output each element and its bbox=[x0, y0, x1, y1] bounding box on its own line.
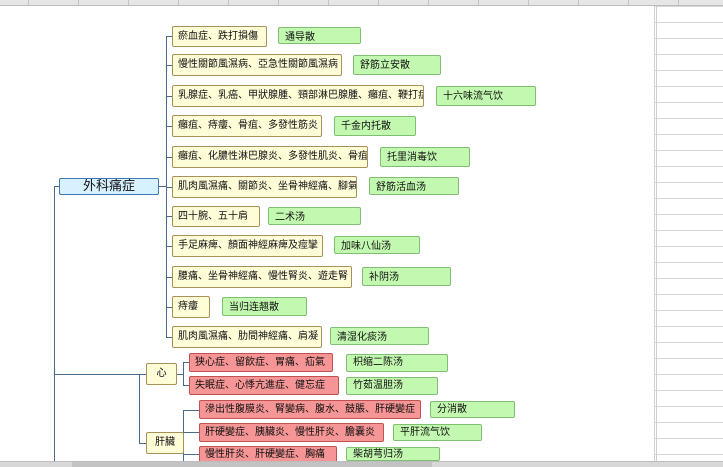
item-connector bbox=[183, 432, 199, 433]
item-connector bbox=[183, 454, 199, 455]
column-divider bbox=[178, 0, 179, 5]
symptom-node[interactable]: 痔瘻 bbox=[172, 296, 210, 318]
remedy-node[interactable]: 加味八仙汤 bbox=[334, 236, 420, 254]
item-connector bbox=[183, 410, 199, 411]
column-divider bbox=[628, 0, 629, 5]
symptom-node[interactable]: 腰痛、坐骨神經痛、慢性腎炎、遊走腎 bbox=[172, 266, 352, 288]
sheet-column-line bbox=[656, 6, 657, 466]
symptom-node[interactable]: 瘀血症、跌打損傷 bbox=[172, 26, 267, 47]
column-divider bbox=[678, 0, 679, 5]
column-divider bbox=[528, 0, 529, 5]
remedy-node[interactable]: 舒筋活血汤 bbox=[369, 177, 459, 195]
remedy-node[interactable]: 平肝流气饮 bbox=[393, 424, 482, 441]
remedy-node[interactable]: 二术汤 bbox=[268, 207, 361, 225]
column-divider bbox=[428, 0, 429, 5]
column-divider bbox=[328, 0, 329, 5]
organ-symptom-node[interactable]: 滲出性腹膜炎、腎變病、腹水、鼓脹、肝硬變症 bbox=[199, 400, 421, 419]
group-trunk-line bbox=[139, 374, 140, 443]
root-trunk-line bbox=[54, 186, 55, 461]
symptom-node[interactable]: 慢性關節風濕病、亞急性關節風濕病 bbox=[172, 54, 342, 76]
group-node-heart[interactable]: 心 bbox=[146, 363, 177, 385]
group-connector bbox=[139, 443, 146, 444]
remedy-node[interactable]: 柴胡芎归汤 bbox=[346, 447, 440, 461]
root-out-connector bbox=[159, 186, 166, 187]
column-divider bbox=[28, 0, 29, 5]
remedy-node[interactable]: 托里消毒饮 bbox=[380, 147, 470, 167]
horizontal-scrollbar[interactable] bbox=[0, 461, 723, 467]
symptom-node[interactable]: 手足麻痺、顏面神經麻痺及痙攣 bbox=[172, 235, 323, 257]
sheet-grid[interactable] bbox=[654, 6, 723, 466]
column-divider bbox=[278, 0, 279, 5]
scrollbar-thumb[interactable] bbox=[72, 462, 432, 467]
column-divider bbox=[78, 0, 79, 5]
column-divider bbox=[378, 0, 379, 5]
remedy-node[interactable]: 分消散 bbox=[430, 401, 515, 418]
remedy-node[interactable]: 当归连翘散 bbox=[222, 297, 307, 316]
organ-symptom-node[interactable]: 狭心症、留飲症、胃痛、疝氣 bbox=[189, 353, 333, 372]
symptom-node[interactable]: 癰疽、化膿性淋巴腺炎、多發性肌炎、骨疽 bbox=[172, 146, 368, 168]
group-node-liver[interactable]: 肝臟 bbox=[146, 432, 184, 454]
column-divider bbox=[578, 0, 579, 5]
column-divider bbox=[478, 0, 479, 5]
symptom-node[interactable]: 四十腕、五十肩 bbox=[172, 206, 260, 227]
symptom-node[interactable]: 肌肉風濕痛、關節炎、坐骨神經痛、腳氣 bbox=[172, 176, 357, 198]
remedy-node[interactable]: 舒筋立安散 bbox=[353, 55, 441, 75]
symptom-node[interactable]: 肌肉風濕痛、肋間神經痛、肩凝 bbox=[172, 326, 322, 348]
organ-symptom-node[interactable]: 肝硬變症、胰臟炎、慢性肝炎、膽囊炎 bbox=[199, 423, 384, 442]
remedy-node[interactable]: 通导散 bbox=[278, 27, 361, 44]
symptom-node[interactable]: 乳腺症、乳癌、甲狀腺腫、頸部淋巴腺腫、癰疽、鞭打症 bbox=[172, 85, 424, 107]
remedy-node[interactable]: 清湿化痰汤 bbox=[330, 327, 429, 345]
root-node[interactable]: 外科痛症 bbox=[59, 178, 159, 195]
column-header-strip bbox=[0, 0, 723, 6]
column-divider bbox=[228, 0, 229, 5]
group-sub-trunk-line bbox=[183, 362, 184, 385]
column-divider bbox=[128, 0, 129, 5]
remedy-node[interactable]: 补阴汤 bbox=[362, 267, 451, 286]
remedy-node[interactable]: 竹茹温胆汤 bbox=[346, 377, 438, 395]
organ-symptom-node[interactable]: 失眠症、心悸亢進症、健忘症 bbox=[189, 376, 339, 395]
remedy-node[interactable]: 千金内托散 bbox=[334, 116, 416, 136]
remedy-node[interactable]: 枳缩二陈汤 bbox=[346, 354, 448, 372]
group-connector bbox=[54, 374, 146, 375]
remedy-node[interactable]: 十六味流气饮 bbox=[436, 86, 536, 106]
symptom-node[interactable]: 癰疽、痔瘻、骨疽、多發性筋炎 bbox=[172, 115, 322, 137]
